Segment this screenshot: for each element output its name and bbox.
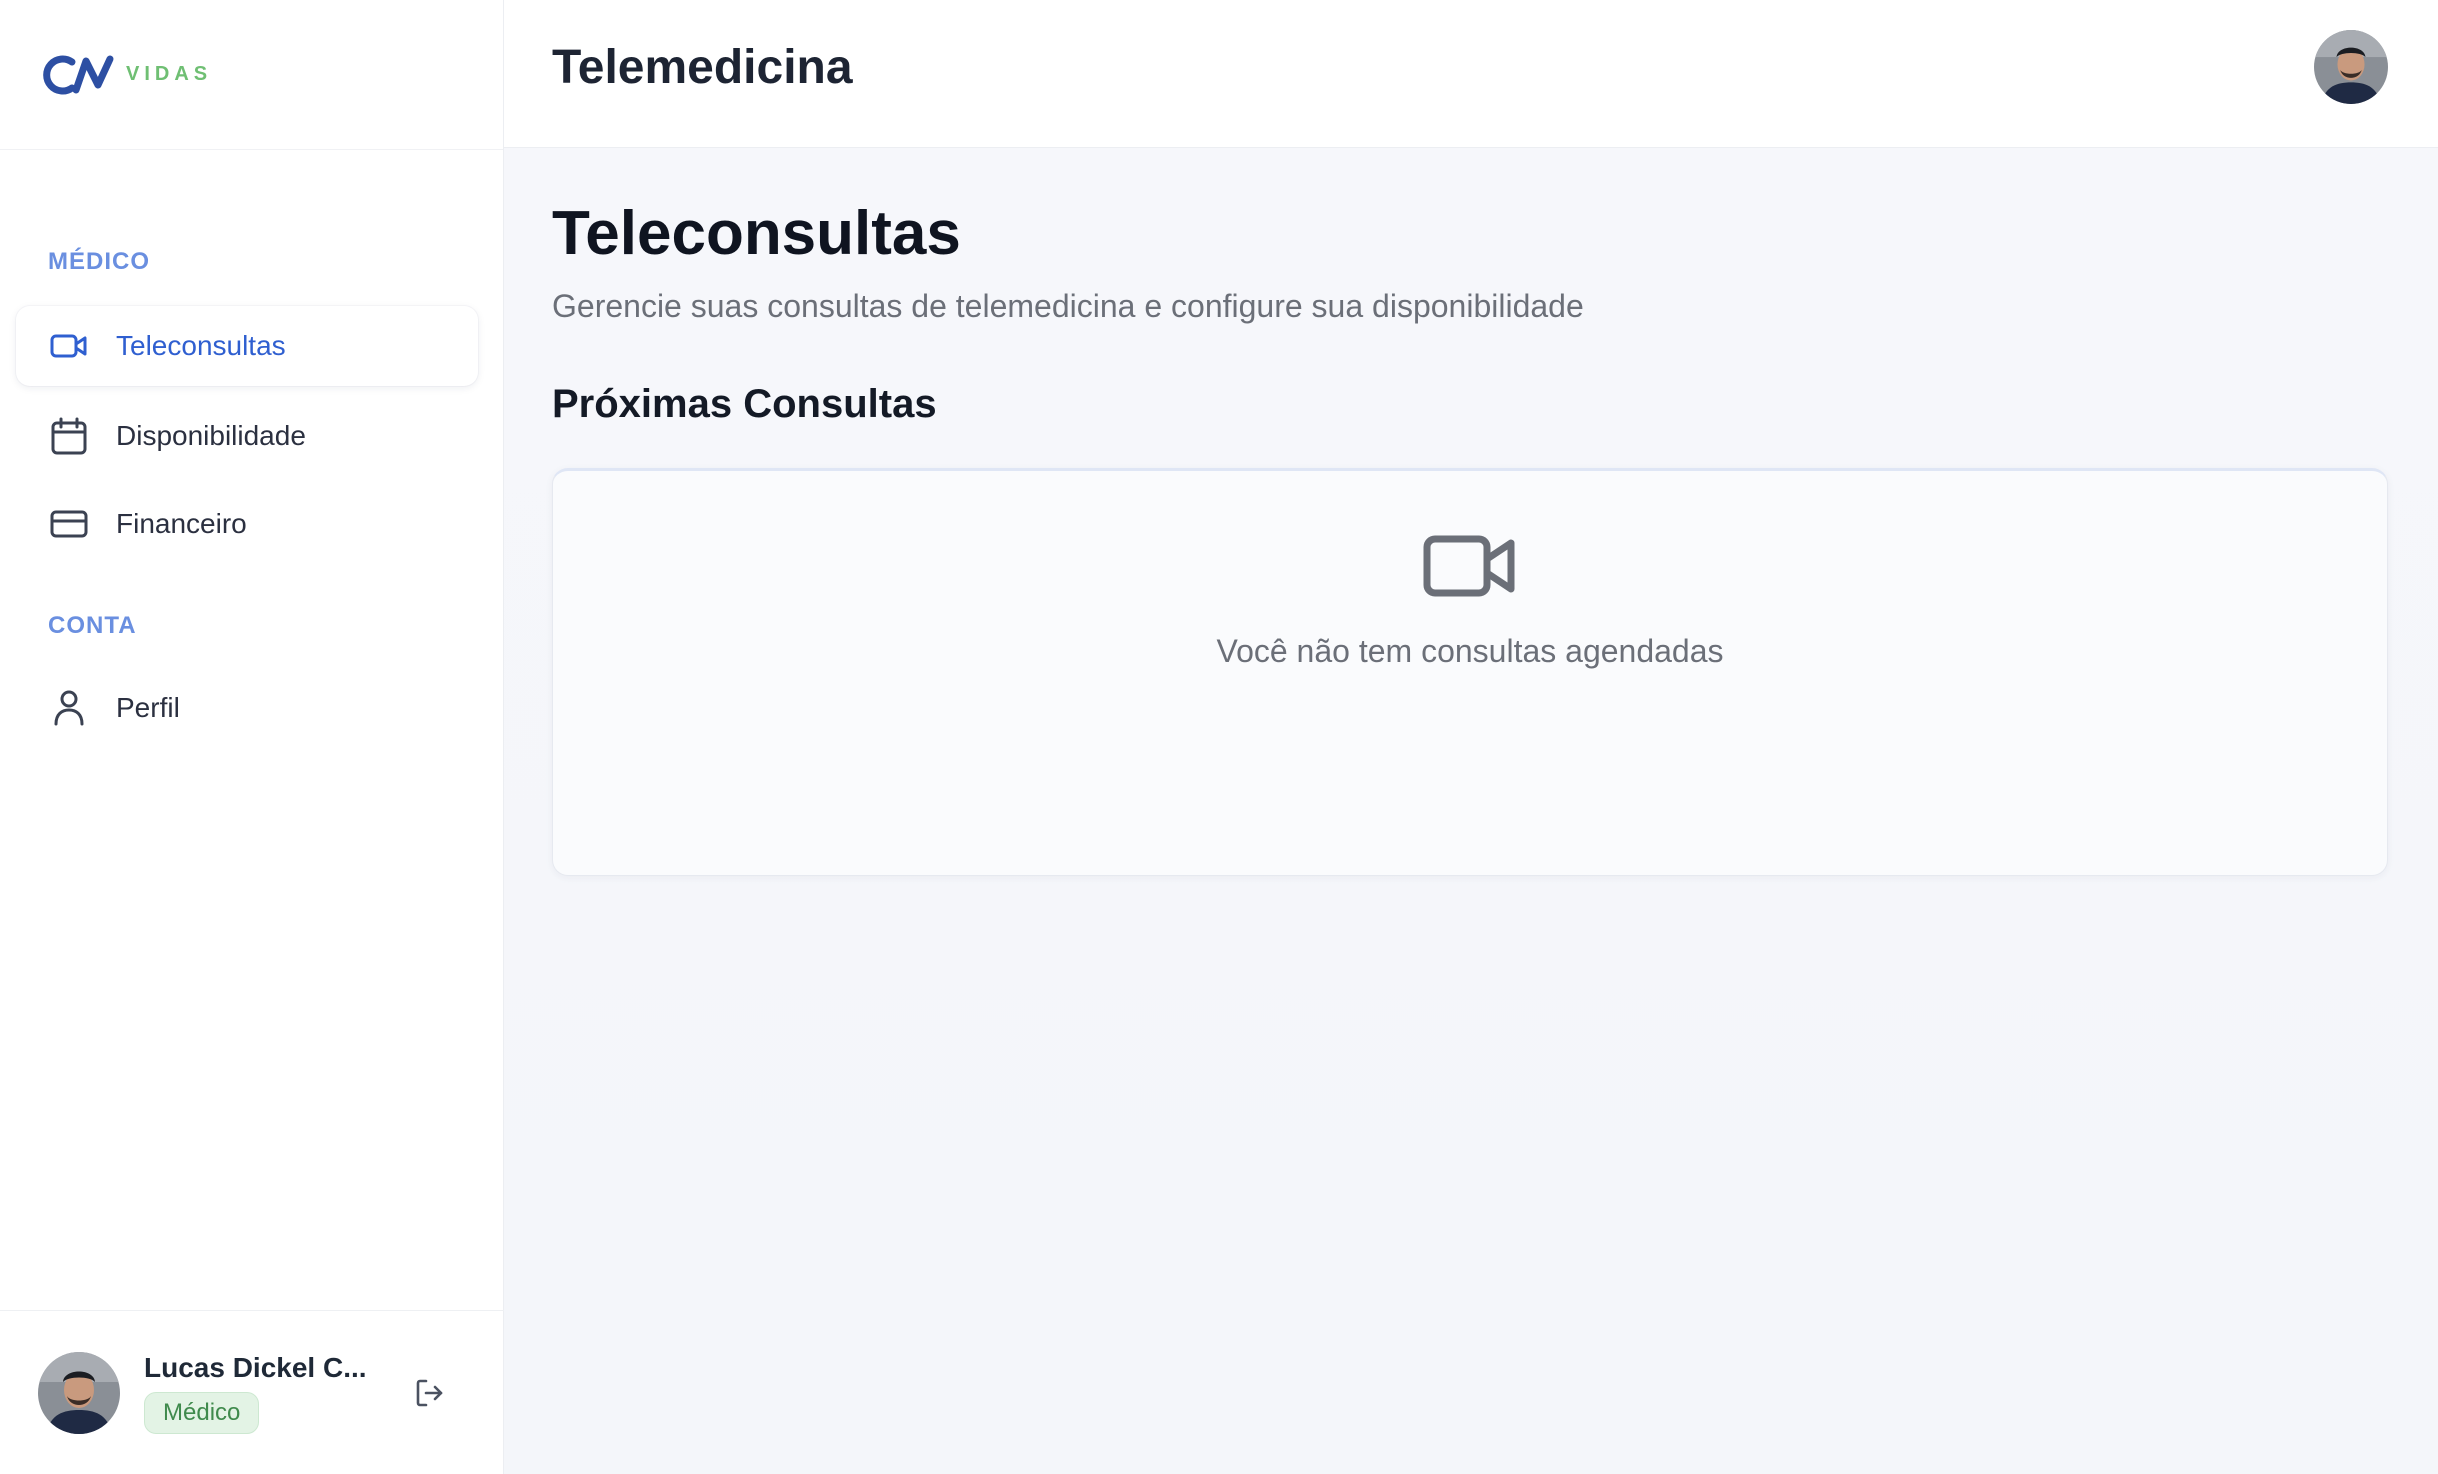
empty-state-card: Você não tem consultas agendadas (552, 468, 2388, 876)
section-title: Próximas Consultas (552, 382, 937, 426)
sidebar: VIDAS MÉDICO Teleconsultas Disponibilida… (0, 0, 504, 1474)
logo-mark-icon (43, 55, 114, 94)
nav-section-medico: MÉDICO (48, 248, 150, 275)
user-icon (50, 689, 88, 727)
sidebar-item-label: Teleconsultas (116, 330, 286, 361)
header-title: Telemedicina (552, 41, 853, 94)
video-icon (1423, 535, 1515, 597)
logo-wordmark: VIDAS (126, 63, 213, 85)
avatar[interactable] (38, 1351, 120, 1434)
page-title: Teleconsultas (552, 199, 961, 268)
main-content: Teleconsultas Gerencie suas consultas de… (504, 148, 2438, 1474)
sidebar-item-financeiro[interactable]: Financeiro (16, 484, 478, 564)
calendar-icon (50, 417, 88, 455)
sidebar-item-disponibilidade[interactable]: Disponibilidade (16, 396, 478, 476)
nav-section-conta: CONTA (48, 612, 137, 639)
empty-state-text: Você não tem consultas agendadas (1216, 633, 1724, 669)
top-header: Telemedicina (504, 0, 2438, 148)
header-avatar[interactable] (2314, 30, 2388, 104)
page-subtitle: Gerencie suas consultas de telemedicina … (552, 288, 1584, 324)
logo-area: VIDAS (0, 0, 503, 150)
sidebar-item-label: Disponibilidade (116, 420, 306, 451)
logout-icon (416, 1379, 443, 1406)
logout-button[interactable] (408, 1371, 452, 1415)
brand-logo[interactable]: VIDAS (34, 53, 212, 97)
user-footer: Lucas Dickel C... Médico (0, 1310, 504, 1474)
user-name: Lucas Dickel C... (144, 1351, 367, 1383)
user-info: Lucas Dickel C... Médico (144, 1352, 376, 1434)
sidebar-item-label: Perfil (116, 692, 180, 723)
sidebar-item-label: Financeiro (116, 508, 247, 539)
video-icon (50, 327, 88, 365)
credit-card-icon (50, 505, 88, 543)
sidebar-item-perfil[interactable]: Perfil (16, 668, 478, 748)
sidebar-item-teleconsultas[interactable]: Teleconsultas (16, 306, 478, 386)
role-badge: Médico (144, 1391, 260, 1434)
